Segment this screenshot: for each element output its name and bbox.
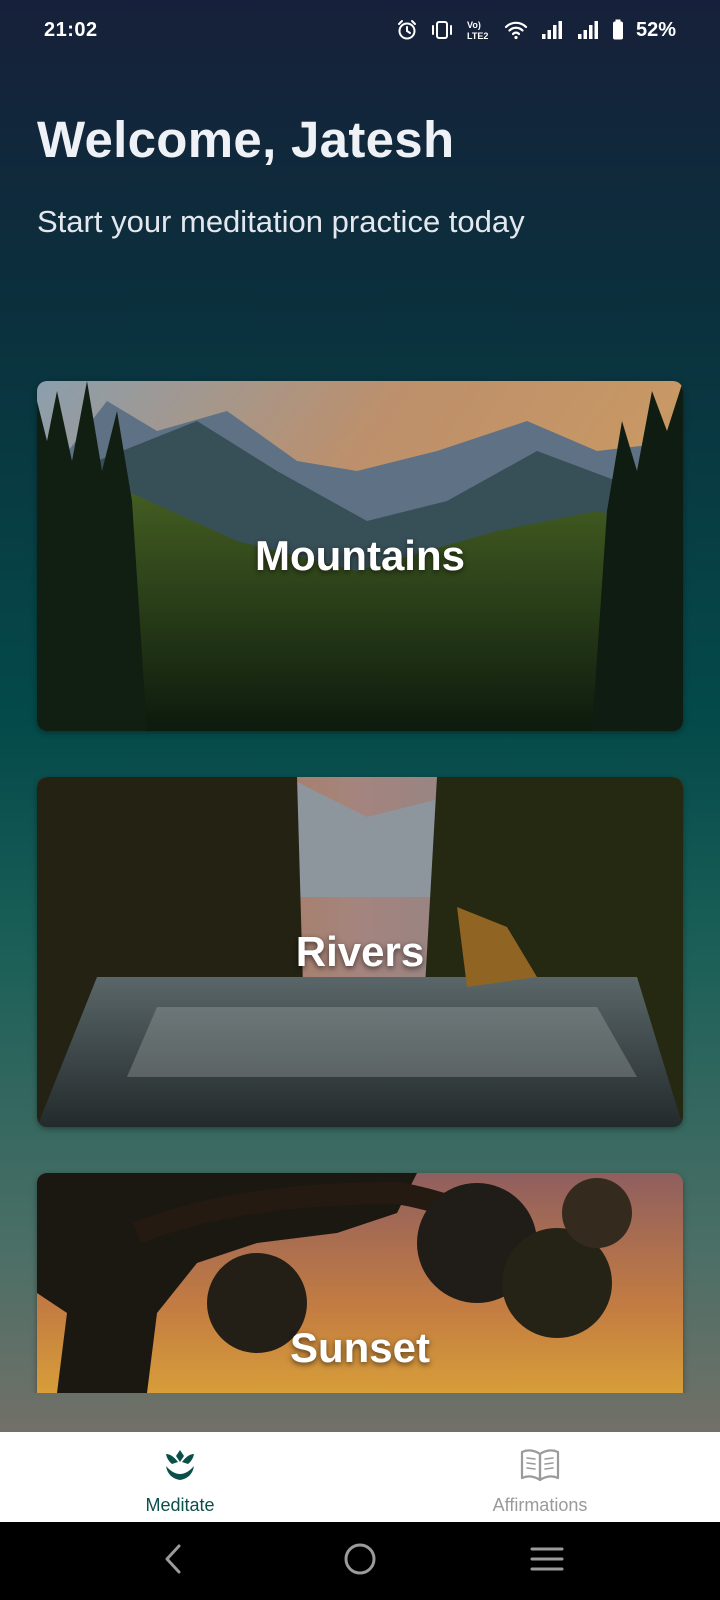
card-list[interactable]: Welcome, Jatesh Start your meditation pr… [0,0,720,1393]
nav-item-meditate[interactable]: Meditate [0,1432,360,1522]
welcome-subtitle: Start your meditation practice today [37,204,525,239]
card-rivers[interactable]: Rivers [37,777,683,1127]
card-label-sunset: Sunset [289,1324,431,1371]
back-icon [161,1543,185,1580]
nav-label-affirmations: Affirmations [492,1495,588,1515]
nav-item-affirmations[interactable]: Affirmations [360,1432,720,1522]
menu-icon [530,1545,564,1578]
recents-button[interactable] [517,1536,577,1586]
card-mountains[interactable]: Mountains [37,381,683,731]
card-label-mountains: Mountains [255,532,465,579]
nav-label-meditate: Meditate [145,1495,215,1515]
welcome-title: Welcome, Jatesh [37,111,455,168]
book-icon [519,1446,561,1487]
card-label-rivers: Rivers [295,928,425,975]
card-sunset[interactable]: Sunset [37,1173,683,1393]
bottom-navigation: Meditate Affirmations [0,1432,720,1522]
system-navigation-bar [0,1522,720,1600]
lotus-icon [162,1446,198,1487]
home-button[interactable] [330,1536,390,1586]
home-icon [343,1542,377,1581]
back-button[interactable] [143,1536,203,1586]
